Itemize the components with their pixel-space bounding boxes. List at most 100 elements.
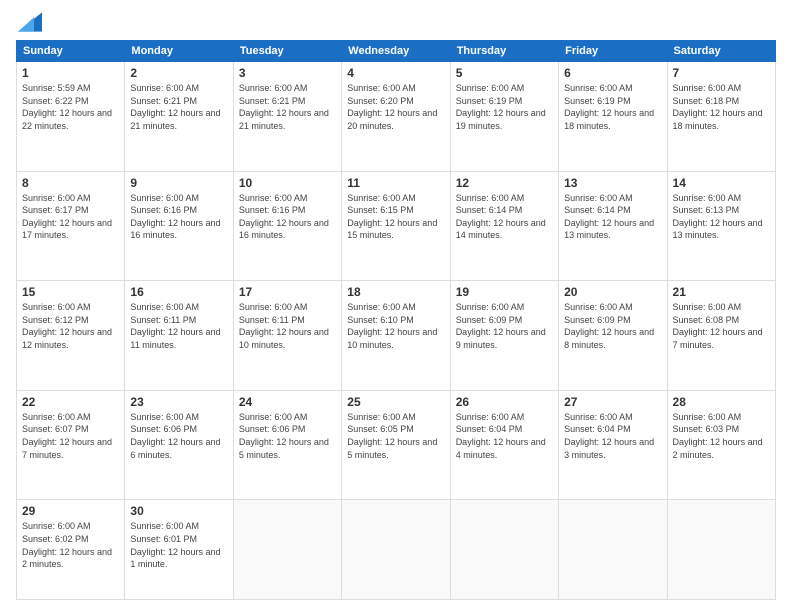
calendar-cell: 8 Sunrise: 6:00 AMSunset: 6:17 PMDayligh… (17, 171, 125, 281)
calendar-cell: 16 Sunrise: 6:00 AMSunset: 6:11 PMDaylig… (125, 281, 233, 391)
day-number: 18 (347, 285, 444, 299)
calendar-cell: 2 Sunrise: 6:00 AMSunset: 6:21 PMDayligh… (125, 62, 233, 172)
day-number: 17 (239, 285, 336, 299)
day-number: 4 (347, 66, 444, 80)
calendar-cell: 4 Sunrise: 6:00 AMSunset: 6:20 PMDayligh… (342, 62, 450, 172)
calendar-cell: 23 Sunrise: 6:00 AMSunset: 6:06 PMDaylig… (125, 390, 233, 500)
day-info: Sunrise: 6:00 AMSunset: 6:11 PMDaylight:… (239, 301, 336, 351)
calendar-cell: 9 Sunrise: 6:00 AMSunset: 6:16 PMDayligh… (125, 171, 233, 281)
day-info: Sunrise: 6:00 AMSunset: 6:15 PMDaylight:… (347, 192, 444, 242)
day-number: 3 (239, 66, 336, 80)
calendar-cell: 28 Sunrise: 6:00 AMSunset: 6:03 PMDaylig… (667, 390, 775, 500)
day-info: Sunrise: 6:00 AMSunset: 6:16 PMDaylight:… (130, 192, 227, 242)
day-info: Sunrise: 6:00 AMSunset: 6:21 PMDaylight:… (130, 82, 227, 132)
day-number: 5 (456, 66, 553, 80)
day-number: 10 (239, 176, 336, 190)
calendar-cell (233, 500, 341, 600)
day-number: 28 (673, 395, 770, 409)
calendar-cell (559, 500, 667, 600)
logo (16, 12, 42, 32)
calendar-week-3: 15 Sunrise: 6:00 AMSunset: 6:12 PMDaylig… (17, 281, 776, 391)
calendar-week-4: 22 Sunrise: 6:00 AMSunset: 6:07 PMDaylig… (17, 390, 776, 500)
day-number: 27 (564, 395, 661, 409)
day-number: 6 (564, 66, 661, 80)
calendar-cell: 21 Sunrise: 6:00 AMSunset: 6:08 PMDaylig… (667, 281, 775, 391)
day-number: 14 (673, 176, 770, 190)
day-info: Sunrise: 6:00 AMSunset: 6:04 PMDaylight:… (456, 411, 553, 461)
day-info: Sunrise: 6:00 AMSunset: 6:19 PMDaylight:… (456, 82, 553, 132)
day-info: Sunrise: 6:00 AMSunset: 6:11 PMDaylight:… (130, 301, 227, 351)
day-number: 23 (130, 395, 227, 409)
day-info: Sunrise: 6:00 AMSunset: 6:07 PMDaylight:… (22, 411, 119, 461)
weekday-header-thursday: Thursday (450, 41, 558, 62)
calendar-week-1: 1 Sunrise: 5:59 AMSunset: 6:22 PMDayligh… (17, 62, 776, 172)
day-number: 21 (673, 285, 770, 299)
calendar-cell: 24 Sunrise: 6:00 AMSunset: 6:06 PMDaylig… (233, 390, 341, 500)
calendar-week-2: 8 Sunrise: 6:00 AMSunset: 6:17 PMDayligh… (17, 171, 776, 281)
calendar-cell: 30 Sunrise: 6:00 AMSunset: 6:01 PMDaylig… (125, 500, 233, 600)
day-info: Sunrise: 6:00 AMSunset: 6:17 PMDaylight:… (22, 192, 119, 242)
calendar-cell: 22 Sunrise: 6:00 AMSunset: 6:07 PMDaylig… (17, 390, 125, 500)
weekday-header-wednesday: Wednesday (342, 41, 450, 62)
logo-icon (18, 12, 42, 32)
day-info: Sunrise: 6:00 AMSunset: 6:05 PMDaylight:… (347, 411, 444, 461)
day-number: 11 (347, 176, 444, 190)
calendar-cell: 15 Sunrise: 6:00 AMSunset: 6:12 PMDaylig… (17, 281, 125, 391)
calendar-cell: 6 Sunrise: 6:00 AMSunset: 6:19 PMDayligh… (559, 62, 667, 172)
day-number: 22 (22, 395, 119, 409)
day-number: 19 (456, 285, 553, 299)
day-info: Sunrise: 6:00 AMSunset: 6:09 PMDaylight:… (564, 301, 661, 351)
calendar-cell: 1 Sunrise: 5:59 AMSunset: 6:22 PMDayligh… (17, 62, 125, 172)
day-number: 15 (22, 285, 119, 299)
day-info: Sunrise: 6:00 AMSunset: 6:06 PMDaylight:… (239, 411, 336, 461)
calendar-cell: 18 Sunrise: 6:00 AMSunset: 6:10 PMDaylig… (342, 281, 450, 391)
calendar-cell: 29 Sunrise: 6:00 AMSunset: 6:02 PMDaylig… (17, 500, 125, 600)
day-number: 20 (564, 285, 661, 299)
day-info: Sunrise: 6:00 AMSunset: 6:02 PMDaylight:… (22, 520, 119, 570)
day-number: 16 (130, 285, 227, 299)
calendar-cell: 14 Sunrise: 6:00 AMSunset: 6:13 PMDaylig… (667, 171, 775, 281)
day-info: Sunrise: 6:00 AMSunset: 6:04 PMDaylight:… (564, 411, 661, 461)
day-number: 29 (22, 504, 119, 518)
calendar-cell (667, 500, 775, 600)
calendar-cell: 5 Sunrise: 6:00 AMSunset: 6:19 PMDayligh… (450, 62, 558, 172)
day-info: Sunrise: 6:00 AMSunset: 6:10 PMDaylight:… (347, 301, 444, 351)
day-number: 26 (456, 395, 553, 409)
header (16, 12, 776, 32)
day-info: Sunrise: 6:00 AMSunset: 6:09 PMDaylight:… (456, 301, 553, 351)
calendar-cell: 13 Sunrise: 6:00 AMSunset: 6:14 PMDaylig… (559, 171, 667, 281)
day-number: 1 (22, 66, 119, 80)
calendar-cell: 3 Sunrise: 6:00 AMSunset: 6:21 PMDayligh… (233, 62, 341, 172)
day-number: 24 (239, 395, 336, 409)
day-number: 7 (673, 66, 770, 80)
day-number: 2 (130, 66, 227, 80)
weekday-header-saturday: Saturday (667, 41, 775, 62)
calendar-week-5: 29 Sunrise: 6:00 AMSunset: 6:02 PMDaylig… (17, 500, 776, 600)
day-info: Sunrise: 6:00 AMSunset: 6:20 PMDaylight:… (347, 82, 444, 132)
day-number: 9 (130, 176, 227, 190)
weekday-header-monday: Monday (125, 41, 233, 62)
calendar-cell: 27 Sunrise: 6:00 AMSunset: 6:04 PMDaylig… (559, 390, 667, 500)
day-info: Sunrise: 6:00 AMSunset: 6:14 PMDaylight:… (456, 192, 553, 242)
day-info: Sunrise: 6:00 AMSunset: 6:13 PMDaylight:… (673, 192, 770, 242)
calendar: SundayMondayTuesdayWednesdayThursdayFrid… (16, 40, 776, 600)
calendar-cell: 26 Sunrise: 6:00 AMSunset: 6:04 PMDaylig… (450, 390, 558, 500)
weekday-header-friday: Friday (559, 41, 667, 62)
day-info: Sunrise: 6:00 AMSunset: 6:21 PMDaylight:… (239, 82, 336, 132)
day-number: 30 (130, 504, 227, 518)
day-info: Sunrise: 5:59 AMSunset: 6:22 PMDaylight:… (22, 82, 119, 132)
page: SundayMondayTuesdayWednesdayThursdayFrid… (0, 0, 792, 612)
calendar-cell (342, 500, 450, 600)
day-number: 25 (347, 395, 444, 409)
calendar-cell: 17 Sunrise: 6:00 AMSunset: 6:11 PMDaylig… (233, 281, 341, 391)
day-info: Sunrise: 6:00 AMSunset: 6:18 PMDaylight:… (673, 82, 770, 132)
day-info: Sunrise: 6:00 AMSunset: 6:06 PMDaylight:… (130, 411, 227, 461)
calendar-cell: 19 Sunrise: 6:00 AMSunset: 6:09 PMDaylig… (450, 281, 558, 391)
calendar-cell (450, 500, 558, 600)
calendar-cell: 7 Sunrise: 6:00 AMSunset: 6:18 PMDayligh… (667, 62, 775, 172)
weekday-header-sunday: Sunday (17, 41, 125, 62)
day-info: Sunrise: 6:00 AMSunset: 6:19 PMDaylight:… (564, 82, 661, 132)
day-info: Sunrise: 6:00 AMSunset: 6:12 PMDaylight:… (22, 301, 119, 351)
day-number: 12 (456, 176, 553, 190)
day-info: Sunrise: 6:00 AMSunset: 6:08 PMDaylight:… (673, 301, 770, 351)
